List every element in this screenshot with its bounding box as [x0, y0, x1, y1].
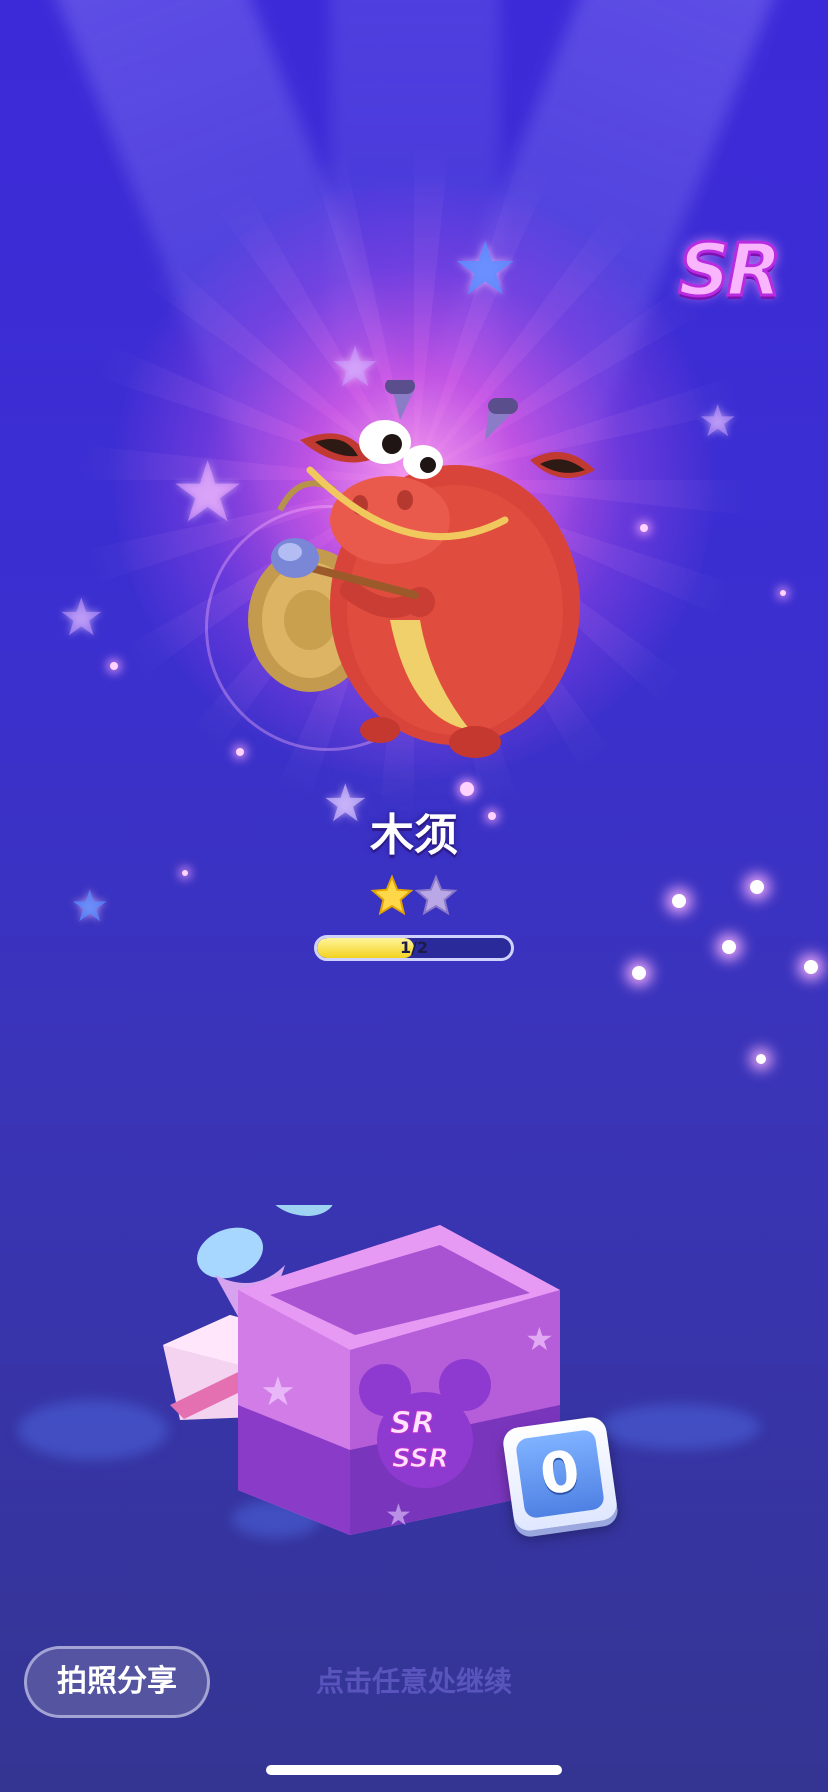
sparkle	[780, 590, 786, 596]
sparkle	[110, 662, 118, 670]
star-filled-icon	[370, 874, 414, 916]
tap-to-continue-hint: 点击任意处继续	[315, 1665, 512, 1698]
character-name: 木须	[370, 810, 458, 861]
mouse-sparkle-icon	[672, 894, 686, 908]
mouse-sparkle-icon	[804, 960, 818, 974]
star-decoration-icon: ★	[58, 588, 105, 648]
home-indicator[interactable]	[266, 1765, 562, 1775]
box-label-ssr: SSR	[392, 1444, 449, 1474]
share-photo-button[interactable]: 拍照分享	[24, 1646, 210, 1718]
sr-badge-icon: SR	[677, 227, 783, 314]
mushu-character	[248, 380, 595, 758]
reward-screen[interactable]: ★ ★ ★ ★ ★ ★ ★ SR 木须 1/2 ★ ★ ★ SR SSR 0 拍…	[0, 0, 828, 1792]
star-decoration-icon: ★	[170, 443, 246, 541]
svg-text:★: ★	[525, 1320, 554, 1358]
star-empty-icon	[414, 874, 458, 916]
remaining-counter: 0	[501, 1415, 619, 1533]
upgrade-progress-bar: 1/2	[314, 935, 514, 961]
box-label-sr: SR	[390, 1406, 435, 1441]
svg-text:★: ★	[260, 1369, 296, 1415]
mouse-sparkle-icon	[722, 940, 736, 954]
sparkle	[640, 524, 648, 532]
star-rating	[370, 874, 458, 916]
sparkle	[182, 870, 188, 876]
mouse-sparkle-icon	[750, 880, 764, 894]
star-decoration-icon: ★	[70, 881, 110, 932]
mouse-sparkle-icon	[632, 966, 646, 980]
floor-glow	[18, 1400, 168, 1460]
svg-text:★: ★	[385, 1498, 412, 1533]
sparkle	[460, 782, 474, 796]
star-decoration-icon: ★	[452, 226, 519, 312]
remaining-count: 0	[514, 1428, 606, 1520]
star-decoration-icon: ★	[698, 396, 738, 447]
mouse-sparkle-icon	[756, 1054, 766, 1064]
progress-label: 1/2	[399, 938, 429, 957]
